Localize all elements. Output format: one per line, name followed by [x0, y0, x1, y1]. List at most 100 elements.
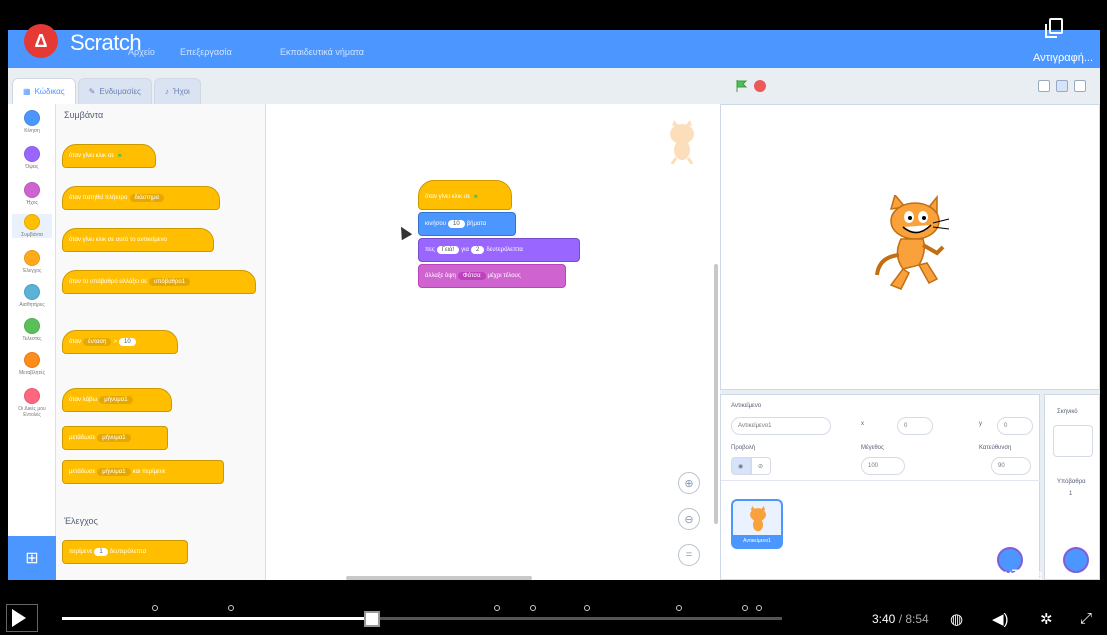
- scratch-menubar: Αρχείο Επεξεργασία Εκπαιδευτικά νήματα: [8, 30, 1100, 68]
- block-wait-seconds[interactable]: περίμενε 1 δευτερόλεπτα: [62, 540, 188, 564]
- green-flag-icon: ⚑: [473, 194, 479, 201]
- add-extension-icon: ⊞: [25, 550, 39, 567]
- block-when-loudness[interactable]: όταν ένταση >10: [62, 330, 178, 354]
- category-control[interactable]: Έλεγχος: [12, 250, 52, 274]
- block-when-sprite-clicked[interactable]: όταν γίνει κλικ σε αυτό το αντικείμενο: [62, 228, 214, 252]
- copy-link-icon[interactable]: [1045, 18, 1063, 38]
- green-flag-button[interactable]: [736, 80, 748, 92]
- stage-pane-title: Σκηνικό: [1057, 409, 1078, 415]
- stage-header: [720, 68, 1100, 104]
- cat-sprite-icon[interactable]: [873, 195, 953, 291]
- zoom-out-button[interactable]: ⊖: [678, 508, 700, 530]
- current-time: 3:40: [872, 612, 896, 626]
- video-frame: Αρχείο Επεξεργασία Εκπαιδευτικά νήματα Δ…: [0, 0, 1107, 635]
- channel-avatar[interactable]: Δ: [24, 24, 58, 58]
- stage[interactable]: [720, 104, 1100, 390]
- y-label: y: [979, 421, 982, 427]
- progress-scrubber[interactable]: [363, 611, 380, 627]
- settings-gear-icon[interactable]: ✲: [1040, 610, 1053, 628]
- sprite-label: Αντικείμενο: [731, 403, 762, 409]
- sprite-name-input[interactable]: Αντικείμενο1: [731, 417, 831, 435]
- sprite-pane: Αντικείμενο Αντικείμενο1 x 0 y 0 Προβολή…: [720, 394, 1041, 580]
- editor-tabs: ▦ Κώδικας ✎ Ενδυμασίες ♪ Ήχοι: [8, 68, 268, 104]
- progress-played: [62, 617, 372, 620]
- category-motion[interactable]: Κίνηση: [12, 110, 52, 134]
- category-sensing[interactable]: Αισθητήρες: [12, 284, 52, 308]
- size-input[interactable]: 100: [861, 457, 905, 475]
- block-when-flag-clicked[interactable]: όταν γίνει κλικ σε ⚑: [62, 144, 156, 168]
- menu-edit[interactable]: Επεξεργασία: [180, 47, 232, 57]
- control-dot-icon: [24, 250, 40, 266]
- eye-closed-icon: ⊘: [758, 463, 764, 470]
- block-broadcast-and-wait[interactable]: μετάδωσε μήνυμα1 και περίμενε: [62, 460, 224, 484]
- code-icon: ▦: [23, 87, 31, 96]
- tab-costumes[interactable]: ✎ Ενδυμασίες: [77, 78, 152, 104]
- category-variables[interactable]: Μεταβλητές: [12, 352, 52, 376]
- chapter-marker: [676, 605, 682, 611]
- block-broadcast[interactable]: μετάδωσε μήνυμα1: [62, 426, 168, 450]
- category-operators[interactable]: Τελεστές: [12, 318, 52, 342]
- zoom-in-button[interactable]: ⊕: [678, 472, 700, 494]
- stop-button[interactable]: [754, 80, 766, 92]
- sound-icon: ♪: [164, 87, 169, 96]
- choose-backdrop-button[interactable]: [1061, 545, 1091, 575]
- menu-tutorials[interactable]: Εκπαιδευτικά νήματα: [280, 47, 364, 57]
- chapter-marker: [756, 605, 762, 611]
- volume-icon[interactable]: ◀): [992, 610, 1009, 628]
- stage-selector[interactable]: Σκηνικό Υπόβαθρα 1: [1044, 394, 1100, 580]
- show-visible-button[interactable]: ◉: [731, 457, 751, 475]
- chapter-marker: [584, 605, 590, 611]
- brush-icon: ✎: [88, 87, 96, 96]
- copy-link-label[interactable]: Αντιγραφή...: [1033, 52, 1093, 64]
- green-flag-icon: ⚑: [117, 153, 123, 160]
- myblocks-dot-icon: [24, 388, 40, 404]
- events-dot-icon: [24, 214, 40, 230]
- scratch-logo[interactable]: Scratch: [70, 30, 142, 56]
- tab-sounds[interactable]: ♪ Ήχοι: [153, 78, 201, 104]
- section-title-events: Συμβάντα: [64, 110, 104, 120]
- motion-dot-icon: [24, 110, 40, 126]
- sensing-dot-icon: [24, 284, 40, 300]
- zoom-reset-icon: =: [685, 549, 693, 561]
- script-move-steps[interactable]: κινήσου 10 βήματα: [418, 212, 516, 236]
- block-when-i-receive[interactable]: όταν λάβω μήνυμα1: [62, 388, 172, 412]
- show-hidden-button[interactable]: ⊘: [751, 457, 771, 475]
- category-my-blocks[interactable]: Οι Δικές μου Εντολές: [12, 388, 52, 418]
- sprite-watermark-icon: [670, 120, 694, 164]
- block-when-key-pressed[interactable]: όταν πατηθεί πλήκτρο διάστημα: [62, 186, 220, 210]
- fullscreen-icon[interactable]: ⤢: [1080, 610, 1092, 627]
- workspace-vertical-scrollbar[interactable]: [714, 264, 718, 524]
- category-sound[interactable]: Ήχος: [12, 182, 52, 206]
- show-label: Προβολή: [731, 445, 756, 451]
- sprite-tile[interactable]: Αντικείμενο1: [731, 499, 783, 549]
- workspace-horizontal-scrollbar[interactable]: [346, 576, 532, 580]
- y-input[interactable]: 0: [997, 417, 1033, 435]
- size-label: Μέγεθος: [861, 445, 884, 451]
- script-workspace[interactable]: όταν γίνει κλικ σε ⚑ κινήσου 10 βήματα πες Γ…: [266, 104, 720, 580]
- script-switch-costume[interactable]: άλλαξε όψη Φάτσα μέχρι τέλους: [418, 264, 566, 288]
- tab-code[interactable]: ▦ Κώδικας: [12, 78, 76, 104]
- small-stage-button[interactable]: [1038, 80, 1050, 92]
- time-display: 3:40 / 8:54: [872, 612, 929, 626]
- sprite-info: Αντικείμενο Αντικείμενο1 x 0 y 0 Προβολή…: [721, 395, 1041, 481]
- script-when-flag-clicked[interactable]: όταν γίνει κλικ σε ⚑: [418, 180, 512, 210]
- mouse-cursor-icon: [395, 223, 413, 241]
- large-stage-button[interactable]: [1056, 80, 1068, 92]
- eye-icon: ◉: [738, 463, 744, 470]
- backdrops-count: 1: [1069, 491, 1073, 497]
- direction-input[interactable]: 90: [991, 457, 1031, 475]
- category-events[interactable]: Συμβάντα: [12, 214, 52, 238]
- x-input[interactable]: 0: [897, 417, 933, 435]
- zoom-reset-button[interactable]: =: [678, 544, 700, 566]
- script-say-for-secs[interactable]: πες Γειά! για 2 δευτερόλεπτα: [418, 238, 580, 262]
- fullscreen-stage-button[interactable]: [1074, 80, 1086, 92]
- category-looks[interactable]: Όψεις: [12, 146, 52, 170]
- backdrop-thumbnail[interactable]: [1053, 425, 1093, 457]
- duration: 8:54: [905, 612, 929, 626]
- sprite-tile-label: Αντικείμενο1: [733, 535, 781, 547]
- block-when-backdrop-switches[interactable]: όταν το υπόβαθρο αλλάξει σε υπόβαθρο1: [62, 270, 256, 294]
- stats-icon[interactable]: ◍: [950, 610, 963, 628]
- add-extension-button[interactable]: ⊞: [8, 536, 56, 580]
- chapter-marker: [530, 605, 536, 611]
- zoom-in-icon: ⊕: [684, 477, 694, 490]
